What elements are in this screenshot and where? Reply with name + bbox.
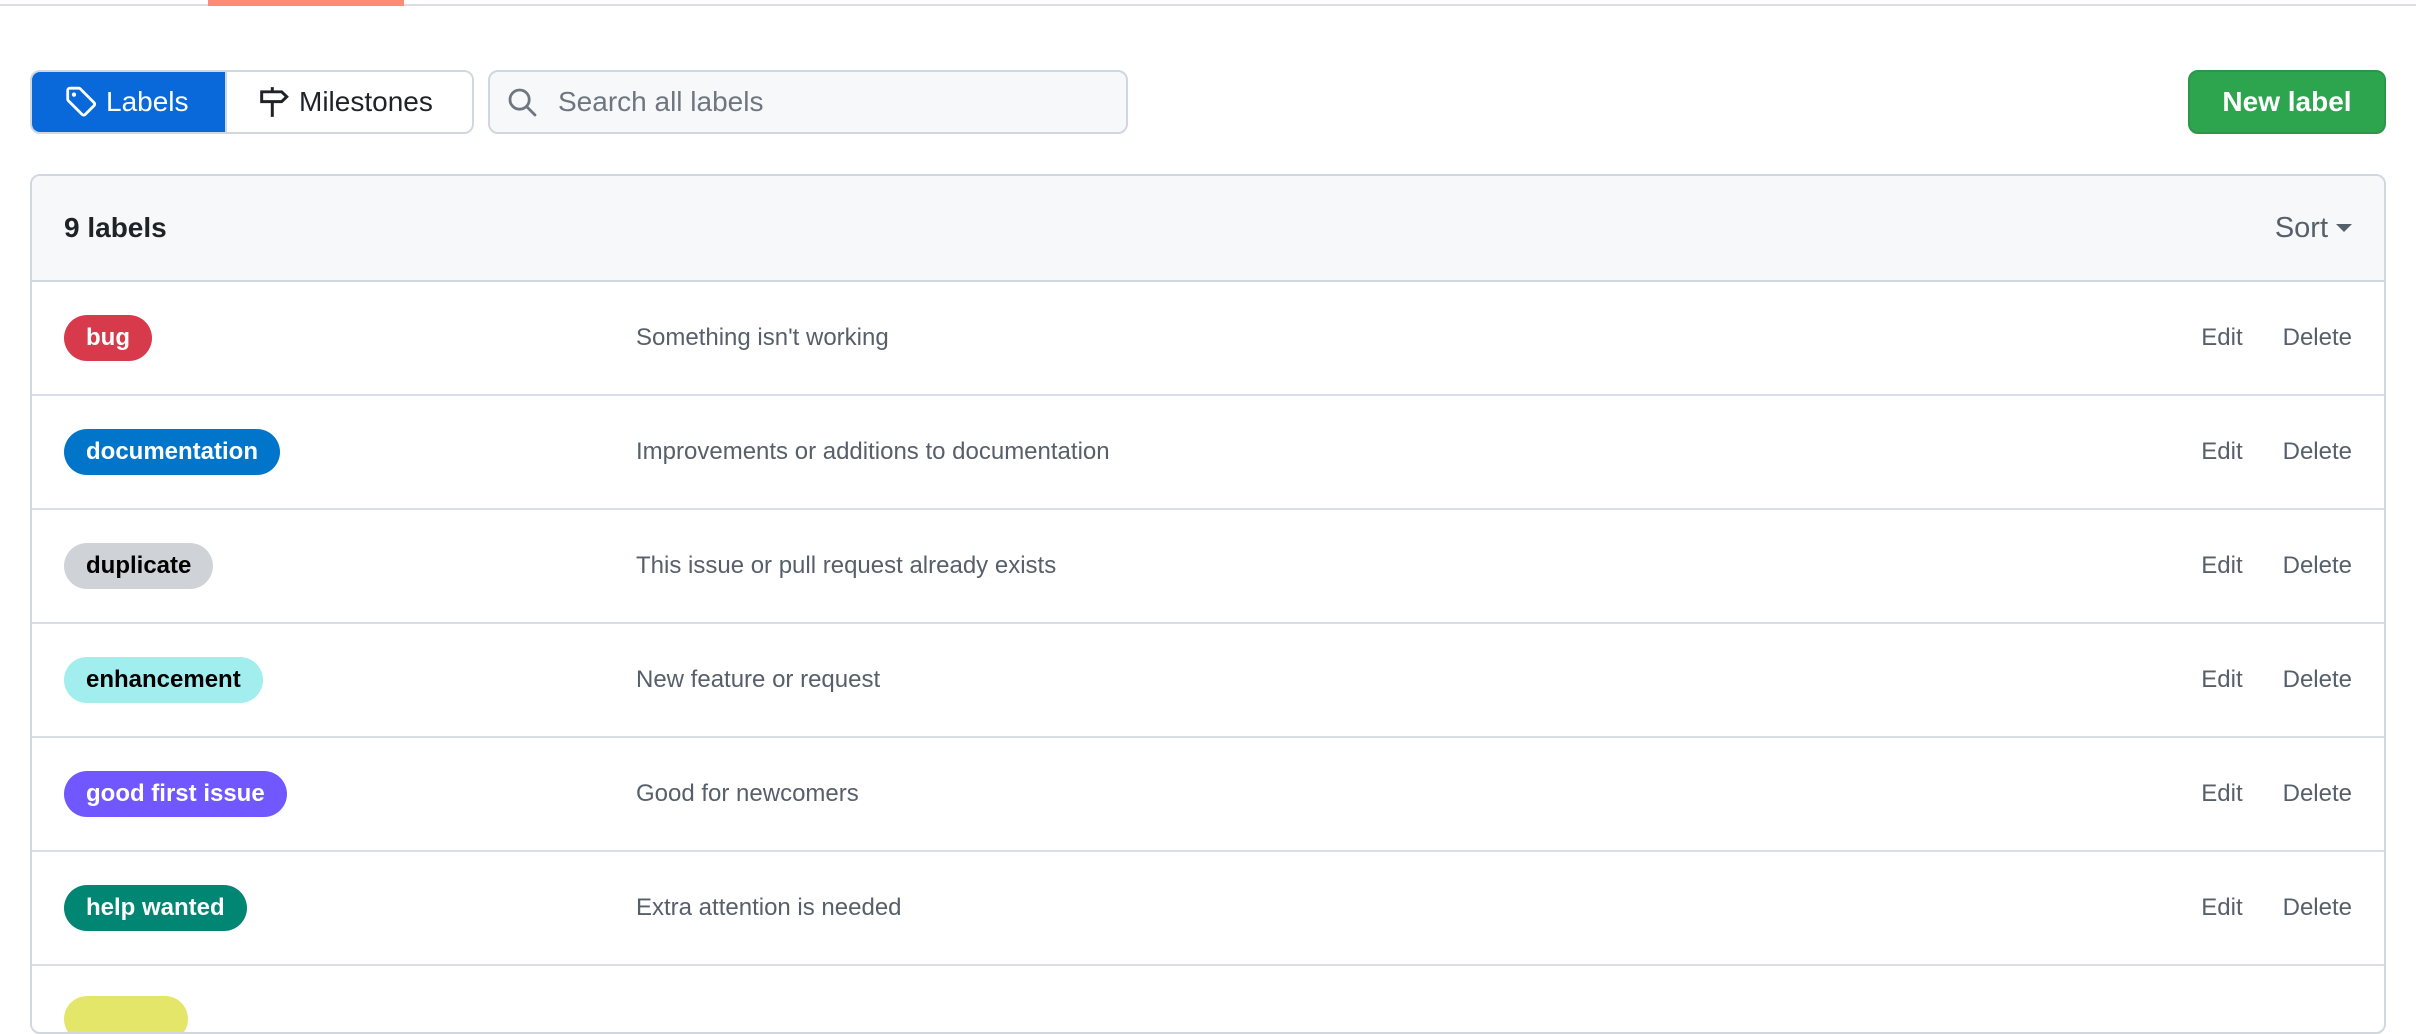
labels-list-header: 9 labels Sort [32, 176, 2384, 282]
label-actions: Edit Delete [2201, 666, 2352, 694]
milestone-icon [257, 85, 291, 119]
tag-icon [64, 85, 98, 119]
label-row: documentation Improvements or additions … [32, 396, 2384, 510]
sort-label: Sort [2274, 211, 2328, 244]
label-description: Extra attention is needed [636, 894, 902, 921]
labels-tab-button[interactable]: Labels [32, 72, 225, 132]
delete-label-button[interactable]: Delete [2283, 780, 2352, 808]
labels-list: 9 labels Sort bug Something isn't workin… [30, 174, 2386, 1034]
label-description: Good for newcomers [636, 780, 859, 807]
delete-label-button[interactable]: Delete [2283, 894, 2352, 922]
search-labels-input[interactable] [556, 85, 1120, 119]
label-description: Improvements or additions to documentati… [636, 438, 1110, 465]
label-pill-duplicate[interactable]: duplicate [64, 543, 214, 589]
label-row: enhancement New feature or request Edit … [32, 624, 2384, 738]
delete-label-button[interactable]: Delete [2283, 324, 2352, 352]
delete-label-button[interactable]: Delete [2283, 666, 2352, 694]
sort-dropdown[interactable]: Sort [2275, 212, 2352, 245]
label-pill-documentation[interactable]: documentation [64, 429, 280, 475]
active-tab-underline [208, 0, 404, 6]
label-row: good first issue Good for newcomers Edit… [32, 738, 2384, 852]
labels-count: 9 labels [64, 212, 167, 243]
label-actions: Edit Delete [2201, 324, 2352, 352]
label-actions: Edit Delete [2201, 438, 2352, 466]
label-pill-help-wanted[interactable]: help wanted [64, 885, 247, 931]
tab-bar-divider [0, 0, 2416, 6]
labels-toolbar: Labels Milestones New label [30, 70, 2386, 134]
delete-label-button[interactable]: Delete [2283, 438, 2352, 466]
search-labels-box [488, 70, 1128, 134]
edit-label-button[interactable]: Edit [2201, 894, 2242, 922]
label-row: bug Something isn't working Edit Delete [32, 282, 2384, 396]
label-pill-bug[interactable]: bug [64, 315, 152, 361]
search-icon [506, 86, 538, 118]
label-actions: Edit Delete [2201, 780, 2352, 808]
edit-label-button[interactable]: Edit [2201, 666, 2242, 694]
label-row: duplicate This issue or pull request alr… [32, 510, 2384, 624]
label-actions: Edit Delete [2201, 894, 2352, 922]
edit-label-button[interactable]: Edit [2201, 438, 2242, 466]
label-pill-enhancement[interactable]: enhancement [64, 657, 263, 703]
label-description: This issue or pull request already exist… [636, 552, 1057, 579]
label-row: help wanted Extra attention is needed Ed… [32, 852, 2384, 966]
label-row-partial [32, 966, 2384, 1032]
labels-tab-label: Labels [106, 86, 189, 117]
edit-label-button[interactable]: Edit [2201, 324, 2242, 352]
label-pill-good-first-issue[interactable]: good first issue [64, 771, 287, 817]
label-description: Something isn't working [636, 324, 889, 351]
edit-label-button[interactable]: Edit [2201, 780, 2242, 808]
delete-label-button[interactable]: Delete [2283, 552, 2352, 580]
label-description: New feature or request [636, 666, 881, 693]
caret-down-icon [2336, 224, 2352, 232]
label-actions: Edit Delete [2201, 552, 2352, 580]
milestones-tab-label: Milestones [299, 86, 433, 117]
milestones-tab-button[interactable]: Milestones [225, 72, 472, 132]
new-label-button[interactable]: New label [2188, 70, 2386, 134]
labels-milestones-switcher: Labels Milestones [30, 70, 474, 134]
label-pill-partial[interactable] [64, 996, 188, 1032]
edit-label-button[interactable]: Edit [2201, 552, 2242, 580]
